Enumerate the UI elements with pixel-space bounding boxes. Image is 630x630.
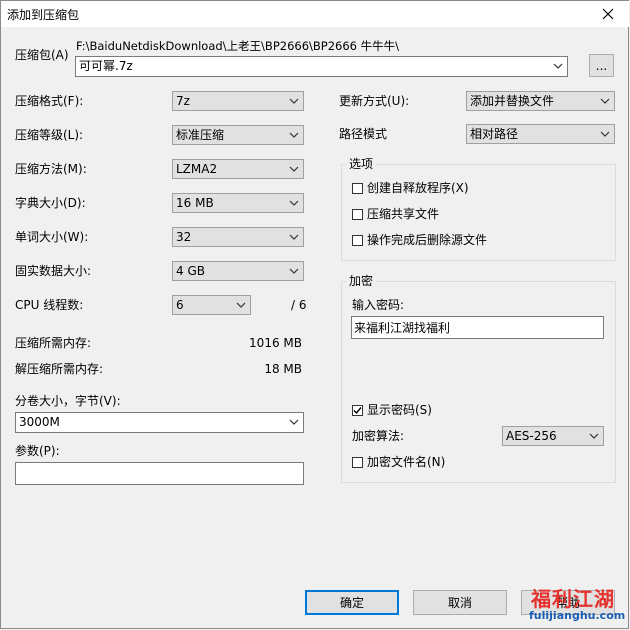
word-size-label: 单词大小(W): — [15, 230, 89, 244]
path-mode-select[interactable]: 相对路径 — [466, 124, 615, 144]
update-mode-label: 更新方式(U): — [339, 94, 410, 108]
chevron-down-icon — [289, 166, 299, 172]
sfx-checkbox[interactable]: 创建自释放程序(X) — [352, 181, 469, 195]
chevron-down-icon — [589, 433, 599, 439]
chevron-down-icon — [289, 419, 299, 425]
volume-value: 3000M — [19, 415, 60, 429]
volume-combo[interactable]: 3000M — [15, 412, 304, 433]
chevron-down-icon — [600, 131, 610, 137]
show-password-label: 显示密码(S) — [367, 403, 432, 417]
threads-max: / 6 — [291, 298, 307, 312]
method-label: 压缩方法(M): — [15, 162, 87, 176]
format-select[interactable]: 7z — [172, 91, 304, 111]
shared-files-checkbox[interactable]: 压缩共享文件 — [352, 207, 439, 221]
level-label: 压缩等级(L): — [15, 128, 84, 142]
encryption-group-title: 加密 — [346, 274, 377, 288]
update-mode-select[interactable]: 添加并替换文件 — [466, 91, 615, 111]
dictionary-label: 字典大小(D): — [15, 196, 86, 210]
format-value: 7z — [176, 94, 190, 108]
password-input[interactable] — [354, 319, 601, 335]
chevron-down-icon — [600, 98, 610, 104]
browse-button[interactable]: ... — [589, 54, 614, 77]
checkmark-icon — [353, 406, 362, 414]
delete-after-checkbox[interactable]: 操作完成后删除源文件 — [352, 233, 487, 247]
dialog-title: 添加到压缩包 — [7, 8, 80, 22]
method-select[interactable]: LZMA2 — [172, 159, 304, 179]
close-icon — [602, 8, 614, 20]
mem-decompress-label: 解压缩所需内存: — [15, 362, 104, 376]
dictionary-value: 16 MB — [176, 196, 214, 210]
title-bar: 添加到压缩包 — [1, 1, 629, 27]
solid-size-label: 固实数据大小: — [15, 264, 92, 278]
update-mode-value: 添加并替换文件 — [470, 94, 555, 108]
path-mode-value: 相对路径 — [470, 127, 519, 141]
params-input[interactable] — [18, 465, 301, 481]
sfx-checkbox-label: 创建自释放程序(X) — [367, 181, 469, 195]
threads-value: 6 — [176, 298, 184, 312]
add-to-archive-dialog: 添加到压缩包 压缩包(A) F:\BaiduNetdiskDownload\上老… — [0, 0, 629, 629]
word-size-value: 32 — [176, 230, 192, 244]
dictionary-select[interactable]: 16 MB — [172, 193, 304, 213]
archive-label: 压缩包(A) — [15, 48, 69, 62]
format-label: 压缩格式(F): — [15, 94, 84, 108]
password-input-box[interactable] — [351, 316, 604, 339]
volume-label: 分卷大小，字节(V): — [15, 394, 121, 408]
archive-path: F:\BaiduNetdiskDownload\上老王\BP2666\BP266… — [76, 39, 400, 53]
chevron-down-icon — [289, 200, 299, 206]
chevron-down-icon — [236, 302, 246, 308]
encryption-method-select[interactable]: AES-256 — [502, 426, 604, 446]
close-button[interactable] — [593, 3, 623, 25]
checkbox-box — [352, 182, 363, 194]
mem-compress-label: 压缩所需内存: — [15, 336, 92, 350]
ok-button[interactable]: 确定 — [305, 590, 399, 615]
threads-select[interactable]: 6 — [172, 295, 251, 315]
checkbox-box — [352, 208, 363, 220]
checkbox-box-checked — [352, 404, 363, 416]
chevron-down-icon — [289, 268, 299, 274]
params-label: 参数(P): — [15, 444, 60, 458]
chevron-down-icon — [289, 98, 299, 104]
encryption-method-label: 加密算法: — [352, 429, 405, 443]
chevron-down-icon — [289, 132, 299, 138]
checkbox-box — [352, 234, 363, 246]
archive-name-value: 可可幂.7z — [79, 59, 133, 73]
checkbox-box — [352, 456, 363, 468]
word-size-select[interactable]: 32 — [172, 227, 304, 247]
method-value: LZMA2 — [176, 162, 218, 176]
solid-size-select[interactable]: 4 GB — [172, 261, 304, 281]
show-password-checkbox[interactable]: 显示密码(S) — [352, 403, 432, 417]
watermark-title: 福利江湖 — [531, 587, 615, 611]
level-select[interactable]: 标准压缩 — [172, 125, 304, 145]
path-mode-label: 路径模式 — [339, 127, 388, 141]
watermark: 福利江湖 fulijianghu.com — [529, 581, 625, 625]
encrypt-names-checkbox[interactable]: 加密文件名(N) — [352, 455, 445, 469]
chevron-down-icon — [289, 234, 299, 240]
encrypt-names-label: 加密文件名(N) — [367, 455, 446, 469]
archive-name-combo[interactable]: 可可幂.7z — [75, 56, 568, 77]
mem-compress-value: 1016 MB — [249, 336, 302, 350]
shared-files-checkbox-label: 压缩共享文件 — [367, 207, 440, 221]
params-input-box[interactable] — [15, 462, 304, 485]
options-group-title: 选项 — [346, 157, 377, 171]
delete-after-checkbox-label: 操作完成后删除源文件 — [367, 233, 488, 247]
threads-label: CPU 线程数: — [15, 298, 84, 312]
watermark-url: fulijianghu.com — [529, 609, 626, 622]
chevron-down-icon — [553, 63, 563, 69]
level-value: 标准压缩 — [176, 128, 225, 142]
encryption-method-value: AES-256 — [506, 429, 557, 443]
password-label: 输入密码: — [352, 298, 405, 312]
cancel-button[interactable]: 取消 — [413, 590, 507, 615]
solid-size-value: 4 GB — [176, 264, 205, 278]
mem-decompress-value: 18 MB — [264, 362, 302, 376]
